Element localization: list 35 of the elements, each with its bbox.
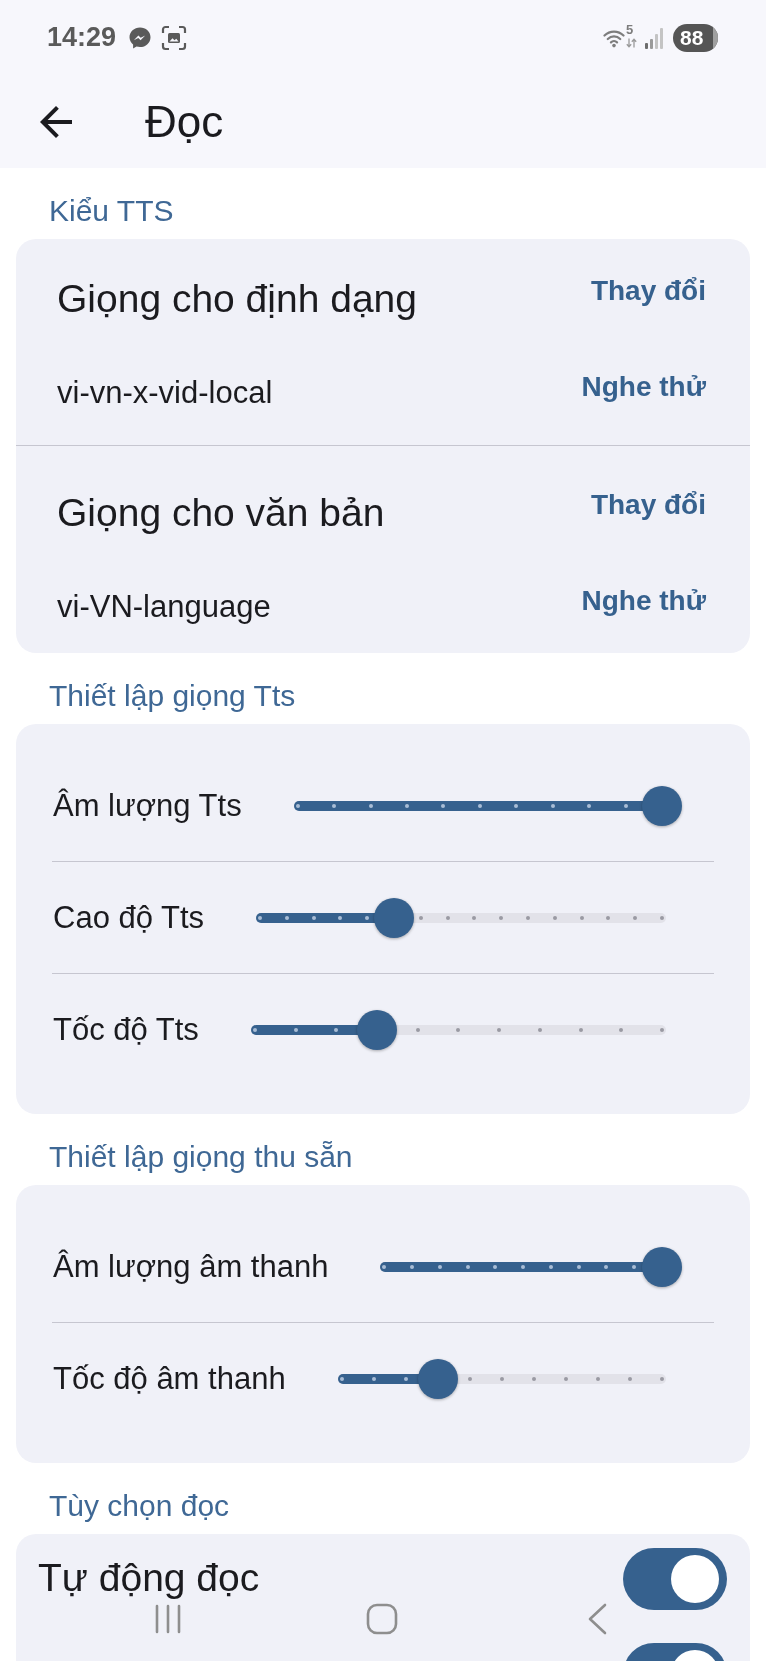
data-arrows-icon bbox=[626, 38, 637, 48]
slider-thumb[interactable] bbox=[642, 785, 682, 826]
battery-indicator: 88 bbox=[673, 23, 718, 52]
section-header: Kiểu TTS bbox=[48, 193, 175, 229]
home-icon[interactable] bbox=[366, 1603, 398, 1635]
slider-thumb[interactable] bbox=[373, 897, 414, 938]
preview-button[interactable]: Nghe thử bbox=[581, 583, 706, 619]
voice-name: vi-vn-x-vid-local bbox=[57, 375, 274, 411]
slider-thumb[interactable] bbox=[417, 1359, 458, 1399]
change-button[interactable]: Thay đổi bbox=[590, 273, 706, 309]
voice-title: Giọng cho văn bản bbox=[57, 491, 385, 535]
slider-label: Cao độ Tts bbox=[52, 898, 205, 937]
signal-bars-icon bbox=[644, 26, 664, 49]
section-header: Thiết lập giọng Tts bbox=[48, 678, 297, 714]
voice-name: vi-VN-language bbox=[57, 589, 272, 625]
slider-label: Âm lượng Tts bbox=[52, 786, 242, 825]
wifi-band-label: 5 bbox=[626, 23, 634, 36]
change-button[interactable]: Thay đổi bbox=[590, 487, 706, 523]
slider-label: Tốc độ Tts bbox=[52, 1011, 199, 1049]
section-header: Thiết lập giọng thu sẵn bbox=[48, 1139, 354, 1175]
page-title: Đọc bbox=[145, 95, 224, 148]
section-header: Tùy chọn đọc bbox=[48, 1488, 231, 1524]
chat-bubble-icon bbox=[128, 25, 153, 50]
slider-thumb[interactable] bbox=[357, 1010, 397, 1050]
back-chevron-icon[interactable] bbox=[587, 1603, 607, 1635]
image-frame-icon bbox=[161, 24, 188, 51]
arrow-left-icon bbox=[40, 105, 72, 138]
slider-label: Âm lượng âm thanh bbox=[52, 1247, 329, 1286]
preview-button[interactable]: Nghe thử bbox=[581, 369, 706, 405]
option-label: Tự động đọc bbox=[38, 1556, 260, 1600]
slider-thumb[interactable] bbox=[642, 1246, 682, 1287]
status-time: 14:29 bbox=[47, 24, 117, 51]
recents-icon[interactable] bbox=[154, 1604, 182, 1634]
slider-label: Tốc độ âm thanh bbox=[52, 1360, 286, 1398]
voice-title: Giọng cho định dạng bbox=[57, 277, 417, 321]
